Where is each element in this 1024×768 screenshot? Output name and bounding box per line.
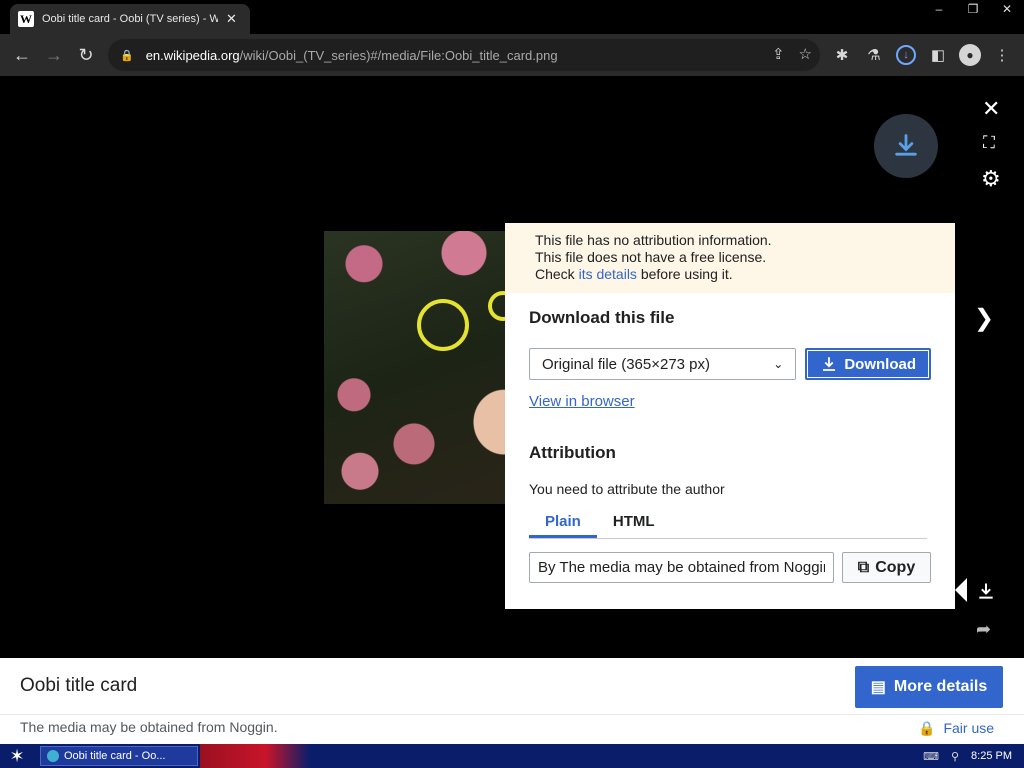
document-icon: ▤	[870, 679, 886, 696]
url-host: en.wikipedia.org	[145, 47, 240, 63]
download-icon	[895, 134, 917, 156]
close-icon[interactable]: ✕	[982, 96, 1000, 122]
notice-line-2: This file does not have a free license.	[535, 249, 767, 265]
copy-button[interactable]: ⧉ Copy	[842, 552, 931, 583]
media-viewer: ✕ ⛶ ⚙ ❯ ➦ This file has no attribution i…	[0, 76, 1024, 658]
attribution-heading: Attribution	[529, 443, 616, 462]
browser-toolbar: ← → ↻ 🔒 en.wikipedia.org/wiki/Oobi_(TV_s…	[0, 34, 1024, 76]
notice-check-text: Check	[535, 266, 579, 282]
minimize-button[interactable]: –	[922, 0, 956, 18]
dialog-pointer	[955, 578, 967, 602]
yellow-ring	[417, 299, 469, 351]
tab-title: Oobi title card - Oobi (TV series) - W	[42, 13, 218, 25]
tab-plain[interactable]: Plain	[529, 513, 597, 538]
notice-line-1: This file has no attribution information…	[535, 232, 772, 248]
forward-arrow-icon[interactable]: →	[38, 39, 70, 71]
restore-button[interactable]: ❐	[956, 0, 990, 18]
system-tray: ⌨ ⚲ 8:25 PM	[923, 744, 1024, 768]
lock-icon[interactable]: 🔒	[120, 49, 134, 62]
metadata-panel: Oobi title card ▤ More details The media…	[0, 658, 1024, 744]
start-star-icon[interactable]: ✶	[0, 744, 34, 768]
close-window-button[interactable]: ✕	[990, 0, 1024, 18]
clock[interactable]: 8:25 PM	[971, 750, 1012, 762]
attribution-note: You need to attribute the author	[529, 481, 725, 497]
fair-use-link[interactable]: Fair use	[943, 720, 994, 737]
gear-icon[interactable]: ⚙	[981, 166, 1001, 192]
tab-strip: W Oobi title card - Oobi (TV series) - W…	[0, 0, 1024, 34]
address-bar[interactable]: 🔒 en.wikipedia.org/wiki/Oobi_(TV_series)…	[108, 39, 820, 71]
download-icon[interactable]	[976, 581, 996, 606]
os-taskbar: ✶ Oobi title card - Oo... ⌨ ⚲ 8:25 PM	[0, 744, 1024, 768]
back-arrow-icon[interactable]: ←	[6, 39, 38, 71]
download-heading: Download this file	[529, 308, 675, 327]
share-icon[interactable]: ⇪	[772, 45, 785, 63]
size-select[interactable]: Original file (365×273 px) ⌄	[529, 348, 797, 380]
copy-button-label: Copy	[875, 558, 916, 576]
attribution-text-field[interactable]	[529, 552, 834, 583]
taskbar-browser-item[interactable]: Oobi title card - Oo...	[40, 746, 198, 766]
license-info: 🔒 Fair use	[918, 720, 994, 737]
menu-kebab-icon[interactable]: ⋮	[988, 39, 1016, 71]
network-icon[interactable]: ⚲	[951, 750, 959, 763]
license-notice: This file has no attribution information…	[505, 223, 955, 293]
wikipedia-favicon-icon: W	[18, 11, 34, 27]
media-image	[324, 231, 524, 504]
fullscreen-icon[interactable]: ⛶	[983, 133, 995, 153]
keyboard-icon[interactable]: ⌨	[923, 750, 939, 763]
url-path: /wiki/Oobi_(TV_series)#/media/File:Oobi_…	[239, 47, 558, 63]
omnibox-actions: ⇪ ☆	[772, 45, 812, 63]
taskbar-decoration	[200, 744, 310, 768]
details-link[interactable]: its details	[579, 266, 637, 282]
size-select-value: Original file (365×273 px)	[542, 355, 711, 373]
download-icon: ↓	[896, 45, 916, 65]
reload-icon[interactable]: ↻	[70, 39, 102, 71]
tab-html[interactable]: HTML	[597, 513, 671, 538]
taskbar-item-label: Oobi title card - Oo...	[64, 750, 166, 762]
notice-after-text: before using it.	[636, 266, 733, 282]
share-arrow-icon[interactable]: ➦	[976, 619, 991, 640]
url-text: en.wikipedia.org/wiki/Oobi_(TV_series)#/…	[146, 48, 558, 63]
download-button-label: Download	[844, 355, 916, 373]
next-chevron-icon[interactable]: ❯	[974, 304, 994, 333]
more-details-button[interactable]: ▤ More details	[855, 666, 1003, 708]
download-icon	[823, 357, 836, 371]
attribution-tabs: Plain HTML	[529, 513, 927, 539]
notice-line-3: Check its details before using it.	[535, 266, 925, 283]
downloads-button[interactable]: ↓	[892, 39, 920, 71]
extensions-puzzle-icon[interactable]: ✱	[828, 39, 856, 71]
file-title: Oobi title card	[20, 675, 138, 696]
browser-app-icon	[47, 750, 59, 762]
download-circle-button[interactable]	[874, 114, 938, 178]
bookmark-star-icon[interactable]: ☆	[799, 45, 812, 63]
chevron-down-icon: ⌄	[773, 357, 784, 371]
side-panel-icon[interactable]: ◧	[924, 39, 952, 71]
tab-close-icon[interactable]: ✕	[226, 11, 237, 27]
divider	[0, 714, 1024, 715]
avatar: ●	[959, 44, 981, 66]
browser-tab[interactable]: W Oobi title card - Oobi (TV series) - W…	[10, 4, 250, 34]
download-dialog: This file has no attribution information…	[505, 223, 955, 609]
copy-icon: ⧉	[857, 558, 870, 576]
view-in-browser-link[interactable]: View in browser	[529, 393, 931, 410]
toolbar-actions: ✱ ⚗ ↓ ◧ ● ⋮	[828, 39, 1016, 71]
more-details-label: More details	[893, 678, 988, 695]
profile-button[interactable]: ●	[956, 39, 984, 71]
lock-icon: 🔒	[918, 720, 936, 736]
download-button[interactable]: Download	[805, 348, 931, 380]
window-controls: – ❐ ✕	[922, 0, 1024, 18]
file-description: The media may be obtained from Noggin.	[20, 719, 278, 735]
labs-flask-icon[interactable]: ⚗	[860, 39, 888, 71]
